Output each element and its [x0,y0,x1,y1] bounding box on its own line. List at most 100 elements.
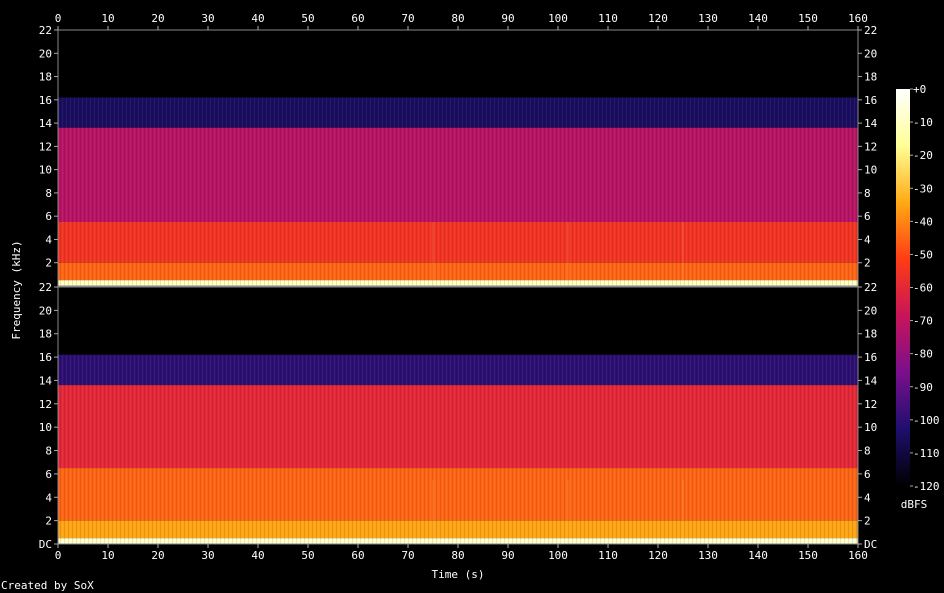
y-tick-label: 8 [45,187,52,200]
x-tick-label: 30 [201,549,214,562]
y-tick-label: 4 [45,233,52,246]
y-tick-label: 2 [864,257,871,270]
y-tick-label: 12 [864,140,877,153]
y-tick-label: 10 [39,164,52,177]
y-tick-label: 8 [45,445,52,458]
y-tick-label: 8 [864,187,871,200]
x-tick-label: 120 [648,12,668,25]
channel-panel-1 [57,29,859,287]
colorbar-tick-label: -80 [913,348,933,361]
y-tick-label: 20 [39,47,52,60]
x-tick-label: 70 [401,12,414,25]
y-tick-label: 8 [864,445,871,458]
y-tick-label: 10 [864,164,877,177]
y-tick-label: 2 [864,515,871,528]
channel-panel-2 [57,286,859,545]
y-axis-label: Frequency (kHz) [10,240,23,339]
x-tick-label: 160 [848,12,868,25]
y-tick-label: 22 [39,24,52,37]
y-tick-label: 2 [45,515,52,528]
y-tick-label: 6 [864,468,871,481]
x-tick-label: 60 [351,12,364,25]
colorbar-tick-label: -10 [913,116,933,129]
x-tick-label: 10 [101,549,114,562]
y-tick-label: 18 [39,71,52,84]
y-tick-label: 14 [39,117,53,130]
colorbar-tick-label: -100 [913,414,940,427]
y-tick-label: 16 [864,94,877,107]
colorbar-label: dBFS [901,498,928,511]
y-tick-label: 14 [864,374,878,387]
x-tick-label: 80 [451,549,464,562]
x-tick-label: 110 [598,12,618,25]
x-tick-label: 110 [598,549,618,562]
colorbar-tick-label: -110 [913,447,940,460]
y-tick-label: 22 [864,281,877,294]
colorbar-tick-label: -60 [913,282,933,295]
x-tick-label: 130 [698,12,718,25]
x-tick-label: 100 [548,549,568,562]
y-tick-label: 4 [45,491,52,504]
x-tick-label: 10 [101,12,114,25]
x-tick-label: 50 [301,12,314,25]
x-tick-label: 70 [401,549,414,562]
colorbar-tick-label: -70 [913,315,933,328]
colorbar-tick-label: -40 [913,215,933,228]
spectrogram-chart: 2 24 46 68 810 1012 1214 1416 1618 1820 2022 22DC DC… [1,12,940,592]
x-tick-label: 120 [648,549,668,562]
y-tick-label: 4 [864,491,871,504]
y-tick-label: 12 [39,140,52,153]
y-tick-label: 16 [864,351,877,364]
y-tick-label: 2 [45,257,52,270]
colorbar-tick-label: -90 [913,381,933,394]
x-tick-label: 90 [501,549,514,562]
y-tick-label: 18 [39,328,52,341]
colorbar-tick-label: +0 [913,83,926,96]
y-tick-label: 18 [864,71,877,84]
colorbar-tick-label: -50 [913,248,933,261]
colorbar-tick-label: -120 [913,480,940,493]
y-tick-label: 6 [45,468,52,481]
y-tick-label: 16 [39,94,52,107]
x-axis-label: Time (s) [432,568,485,581]
x-tick-label: 160 [848,549,868,562]
x-tick-label: 90 [501,12,514,25]
x-tick-label: 130 [698,549,718,562]
colorbar-tick-label: -30 [913,182,933,195]
x-tick-label: 100 [548,12,568,25]
y-tick-label: 4 [864,233,871,246]
colorbar-tick-label: -20 [913,149,933,162]
colorbar-gradient [896,89,910,486]
x-tick-label: 150 [798,549,818,562]
x-tick-label: 50 [301,549,314,562]
x-tick-label: 80 [451,12,464,25]
y-tick-label: 22 [864,24,877,37]
y-tick-label: 20 [39,304,52,317]
texture-overlay [58,354,858,544]
y-tick-label: 18 [864,328,877,341]
x-tick-label: 0 [55,549,62,562]
x-tick-label: 40 [251,549,264,562]
y-tick-label: 14 [864,117,878,130]
y-tick-label: 12 [39,398,52,411]
y-tick-label: 10 [864,421,877,434]
x-tick-label: 140 [748,12,768,25]
x-tick-label: 0 [55,12,62,25]
y-tick-label: 20 [864,304,877,317]
y-tick-label: 20 [864,47,877,60]
y-tick-label: 16 [39,351,52,364]
y-tick-label: 14 [39,374,53,387]
x-tick-label: 30 [201,12,214,25]
colorbar: +0 -10 -20 -30 -40 -50 -60 -70 -80 -90 -100 -110 -12… [896,83,940,493]
x-tick-label: 40 [251,12,264,25]
texture-overlay [58,97,858,286]
x-tick-label: 150 [798,12,818,25]
y-tick-label: 12 [864,398,877,411]
energy-band-1 [58,287,858,355]
x-tick-label: 140 [748,549,768,562]
credit-text: Created by SoX [1,579,94,592]
spectrogram-panels [57,29,859,545]
y-tick-label: 6 [864,210,871,223]
x-tick-label: 20 [151,549,164,562]
x-tick-label: 20 [151,12,164,25]
